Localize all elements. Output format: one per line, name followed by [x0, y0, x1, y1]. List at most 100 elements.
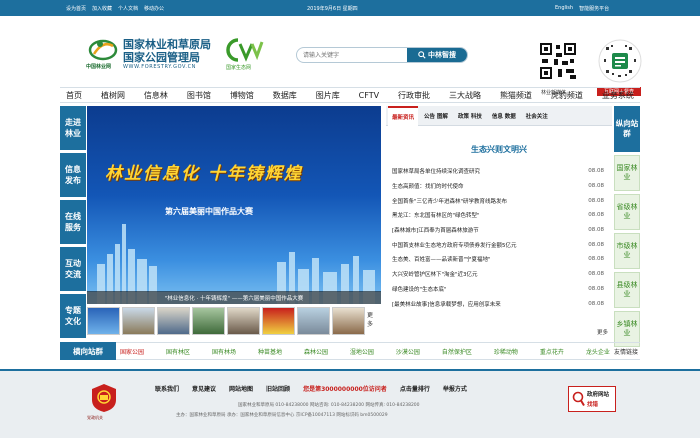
slide-more-link[interactable]: 更多: [367, 307, 377, 337]
smart-service-link[interactable]: 智能服务平台: [579, 5, 609, 12]
report-link[interactable]: 举报方式: [443, 384, 467, 393]
list-item[interactable]: 生态高颜值：找们的时代使命 08.08: [392, 179, 604, 194]
nav-tree-planting[interactable]: 植树网: [101, 90, 125, 101]
tab-policy[interactable]: 政策 科技: [454, 112, 486, 120]
station-link[interactable]: 国家公园: [120, 347, 144, 356]
news-tabs: 最新资讯 公告 图解 政策 科技 信息 数据 社会关注: [386, 105, 612, 126]
sidebar-item-provincial-forestry[interactable]: 省级林业: [614, 194, 640, 230]
station-link[interactable]: 自然保护区: [442, 347, 472, 356]
news-date: 08.08: [588, 227, 604, 234]
thumbnail[interactable]: [122, 307, 155, 335]
station-link[interactable]: 国有林区: [166, 347, 190, 356]
sidebar-item-online-service[interactable]: 在线服务: [60, 200, 86, 244]
nav-business-system[interactable]: 业务系统: [602, 90, 634, 101]
slide-caption[interactable]: "林业信息化 · 十年铸辉煌" ——第六届美丽中国作品大赛: [87, 291, 381, 304]
seal-caption: 党政机关: [87, 415, 103, 420]
old-site-link[interactable]: 旧站回顾: [266, 384, 290, 393]
list-item[interactable]: [森林城市]江西奉为首届森林旅游节 08.08: [392, 223, 604, 238]
sidebar-item-info-release[interactable]: 信息发布: [60, 153, 86, 197]
nav-three-strategies[interactable]: 三大战略: [449, 90, 481, 101]
thumbnail[interactable]: [227, 307, 260, 335]
set-homepage-link[interactable]: 设为首页: [66, 5, 86, 12]
thumbnail[interactable]: [192, 307, 225, 335]
list-item[interactable]: 黑龙江：东北国有林区的"绿色转型" 08.08: [392, 208, 604, 223]
tab-data[interactable]: 信息 数据: [488, 112, 520, 120]
sitemap-link[interactable]: 网站地图: [229, 384, 253, 393]
thumbnail[interactable]: [262, 307, 295, 335]
nav-admin-approval[interactable]: 行政审批: [398, 90, 430, 101]
top-bar: 设为首页 加入收藏 个人文档 移动办公 2019年9月6日 星期四 Englis…: [0, 0, 700, 16]
news-section-title[interactable]: 生态兴则文明兴: [386, 144, 612, 155]
sidebar-item-national-forestry[interactable]: 国家林业: [614, 155, 640, 191]
forestry-emblem-icon: [88, 39, 118, 61]
cev-logo-icon: [226, 38, 264, 62]
nav-info-forest[interactable]: 信息林: [144, 90, 168, 101]
list-item[interactable]: 国家林草局各单位持续深化调查研究 08.08: [392, 164, 604, 179]
slide-thumbnails: 更多: [87, 307, 381, 337]
site-url: WWW.FORESTRY.GOV.CN: [123, 64, 197, 70]
add-favorite-link[interactable]: 加入收藏: [92, 5, 112, 12]
suggestions-link[interactable]: 意见建议: [192, 384, 216, 393]
station-link[interactable]: 重点花卉: [540, 347, 564, 356]
news-more-link[interactable]: 更多: [597, 328, 608, 336]
nav-panda-channel[interactable]: 熊猫频道: [500, 90, 532, 101]
station-link[interactable]: 森林公园: [304, 347, 328, 356]
click-ranking-link[interactable]: 点击量排行: [400, 384, 430, 393]
search-input[interactable]: [303, 48, 407, 62]
qr-code-icon[interactable]: [538, 41, 578, 81]
nav-cftv[interactable]: CFTV: [359, 91, 379, 100]
sidebar-item-interaction[interactable]: 互动交流: [60, 247, 86, 291]
error-report-action: 找错: [587, 402, 599, 408]
nav-database[interactable]: 数据库: [273, 90, 297, 101]
slide-headline: 林业信息化 十年铸辉煌: [105, 164, 303, 184]
internet-supervision-icon[interactable]: [598, 39, 642, 83]
footer-sponsor-info: 主办：国家林业和草原局 承办：国家林业和草原局信息中心 京ICP备1004711…: [176, 413, 388, 418]
list-item[interactable]: [最美林业故事]信息承载梦想，应用创享未来 08.08: [392, 296, 604, 311]
sidebar-item-county-forestry[interactable]: 县级林业: [614, 272, 640, 308]
nav-tiger-leopard-channel[interactable]: 虎豹频道: [551, 90, 583, 101]
horizontal-stations: 横向站群 国家公园 国有林区 国有林场 种苗基地 森林公园 湿地公园 沙漠公园 …: [60, 342, 640, 360]
sidebar-item-special-culture[interactable]: 专题文化: [60, 294, 86, 338]
gov-site-error-report[interactable]: 政府网站 找错: [568, 386, 616, 412]
tab-latest-news[interactable]: 最新资讯: [388, 105, 419, 126]
station-link[interactable]: 龙头企业: [586, 347, 610, 356]
thumbnail[interactable]: [87, 307, 120, 335]
nav-image-library[interactable]: 图片库: [316, 90, 340, 101]
station-link[interactable]: 珍稀动物: [494, 347, 518, 356]
personal-docs-link[interactable]: 个人文档: [118, 5, 138, 12]
nav-library[interactable]: 图书馆: [187, 90, 211, 101]
news-date: 08.08: [588, 168, 604, 175]
news-date: 08.08: [588, 241, 604, 248]
tab-social[interactable]: 社会关注: [522, 112, 552, 120]
list-item[interactable]: 绿色建设的"生态本底" 08.08: [392, 282, 604, 297]
sidebar-item-city-forestry[interactable]: 市级林业: [614, 233, 640, 269]
friendly-links[interactable]: 友情链接: [614, 347, 640, 356]
search-button[interactable]: 中林智搜: [407, 48, 467, 62]
english-link[interactable]: English: [555, 5, 573, 12]
contact-us-link[interactable]: 联系我们: [155, 384, 179, 393]
hero-slide[interactable]: 林业信息化 十年铸辉煌 第六届美丽中国作品大赛 "林业信息化 · 十年铸辉煌" …: [87, 106, 381, 304]
footer-links: 联系我们 意见建议 网站地图 旧站回顾 您是第3000000000位访问者 点击…: [155, 384, 467, 393]
list-item[interactable]: 生态美、百姓富——品读新晋"宁夏福地" 08.08: [392, 252, 604, 267]
nav-museum[interactable]: 博物馆: [230, 90, 254, 101]
news-title: 中国首支林业生态地方政府专项债券发行金额5亿元: [392, 242, 517, 249]
tab-notices[interactable]: 公告 图解: [420, 112, 452, 120]
nav-home[interactable]: 首页: [66, 90, 82, 101]
party-government-seal-icon[interactable]: [91, 383, 117, 413]
search-icon: [418, 51, 426, 59]
list-item[interactable]: 中国首支林业生态地方政府专项债券发行金额5亿元 08.08: [392, 237, 604, 252]
station-link[interactable]: 国有林场: [212, 347, 236, 356]
current-date: 2019年9月6日 星期四: [307, 5, 358, 12]
thumbnail[interactable]: [157, 307, 190, 335]
thumbnail[interactable]: [332, 307, 365, 335]
sidebar-item-enter-forestry[interactable]: 走进林业: [60, 106, 86, 150]
news-panel: 最新资讯 公告 图解 政策 科技 信息 数据 社会关注 生态兴则文明兴 国家林草…: [386, 105, 612, 338]
station-link[interactable]: 湿地公园: [350, 347, 374, 356]
station-link[interactable]: 沙漠公园: [396, 347, 420, 356]
thumbnail[interactable]: [297, 307, 330, 335]
list-item[interactable]: 大兴安岭管护区林下"淘金"近3亿元 08.08: [392, 267, 604, 282]
station-link[interactable]: 种苗基地: [258, 347, 282, 356]
org-title[interactable]: 国家林业和草原局 国家公园管理局: [123, 38, 211, 64]
list-item[interactable]: 全国首条"三亿青少年进森林"研学教育线路发布 08.08: [392, 193, 604, 208]
mobile-office-link[interactable]: 移动办公: [144, 5, 164, 12]
